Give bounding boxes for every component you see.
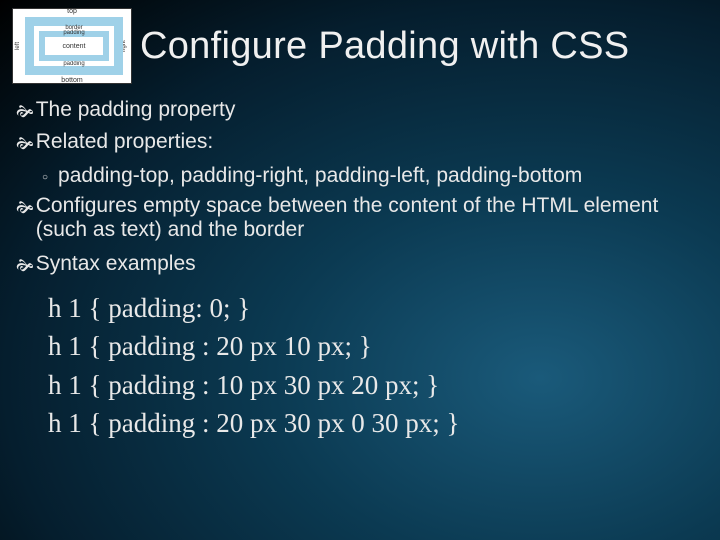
bm-label-top: top: [67, 8, 77, 15]
bullet-related-properties: Related properties:: [16, 130, 708, 160]
bullet-list: The padding property Related properties:…: [16, 98, 708, 282]
bm-border-box: border padding padding content: [34, 26, 114, 66]
subbullet-padding-sides: padding-top, padding-right, padding-left…: [42, 164, 708, 188]
slide-container: top bottom left right margin border bord…: [0, 0, 720, 455]
bullet-text: The padding property: [36, 98, 236, 122]
bm-margin-box: border padding padding content: [25, 17, 123, 75]
bm-label-left: left: [15, 42, 21, 50]
bullet-text: Related properties:: [36, 130, 213, 154]
bullet-syntax-examples: Syntax examples: [16, 252, 708, 282]
bullet-padding-property: The padding property: [16, 98, 708, 128]
syntax-line-3: h 1 { padding : 10 px 30 px 20 px; }: [48, 367, 708, 404]
bullet-configures-space: Configures empty space between the conte…: [16, 194, 708, 242]
bm-padding-box: padding content: [39, 31, 109, 61]
bm-label-content: content: [63, 43, 86, 50]
bm-label-bottom: bottom: [61, 77, 82, 84]
slide-title: Configure Padding with CSS: [140, 25, 629, 68]
bullet-text: Syntax examples: [36, 252, 196, 276]
bm-label-padding-b: padding: [63, 61, 84, 67]
syntax-line-2: h 1 { padding : 20 px 10 px; }: [48, 328, 708, 365]
syntax-line-4: h 1 { padding : 20 px 30 px 0 30 px; }: [48, 405, 708, 442]
bm-content-box: content: [45, 37, 103, 55]
bm-label-padding-t: padding: [63, 30, 84, 36]
header-row: top bottom left right margin border bord…: [12, 8, 708, 84]
bullet-text: Configures empty space between the conte…: [36, 194, 708, 242]
syntax-line-1: h 1 { padding: 0; }: [48, 290, 708, 327]
syntax-examples-block: h 1 { padding: 0; } h 1 { padding : 20 p…: [48, 290, 708, 442]
bullet-text: padding-top, padding-right, padding-left…: [58, 164, 582, 188]
box-model-diagram: top bottom left right margin border bord…: [12, 8, 132, 84]
